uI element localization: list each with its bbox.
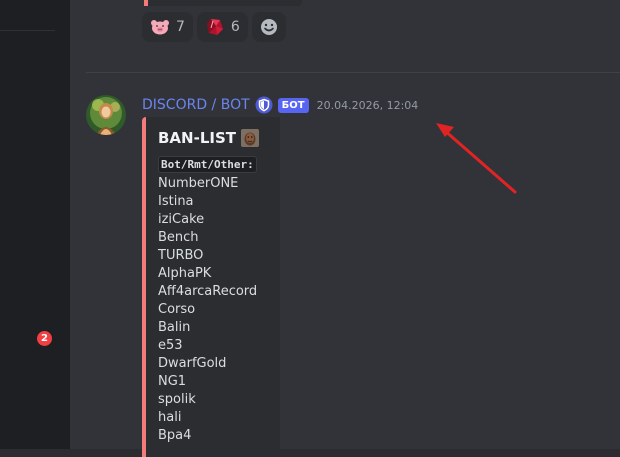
previous-embed-bottom	[144, 0, 302, 6]
sidebar-divider	[0, 30, 55, 31]
list-item: Corso	[158, 302, 196, 317]
message-header: DISCORD / BOT БОТ 20.04.2026, 12:04	[142, 96, 418, 114]
list-item: DwarfGold	[158, 356, 227, 371]
face-emoji-icon	[241, 129, 259, 147]
chat-area: 7 6 DISCORD / BOT БОТ 20.04.2026, 12:04 …	[70, 0, 620, 457]
list-item: iziCake	[158, 212, 205, 227]
author-name[interactable]: DISCORD / BOT	[142, 97, 250, 113]
list-item: AlphaPK	[158, 266, 212, 281]
reaction-count: 6	[230, 19, 240, 35]
add-reaction-button[interactable]	[251, 12, 286, 42]
embed-title: BAN-LIST	[158, 129, 280, 147]
list-item: Balin	[158, 320, 191, 335]
add-reaction-smile-icon	[260, 19, 277, 35]
list-item: e53	[158, 338, 183, 353]
avatar-image	[86, 95, 126, 135]
annotation-arrow-icon	[436, 123, 517, 194]
verified-shield-icon	[255, 96, 273, 114]
category-code-label: Bot/Rmt/Other:	[158, 156, 257, 173]
avatar[interactable]	[86, 95, 126, 135]
list-item: TURBO	[158, 248, 204, 263]
message-timestamp[interactable]: 20.04.2026, 12:04	[317, 99, 419, 112]
list-item: NumberONE	[158, 176, 239, 191]
embed-title-text: BAN-LIST	[158, 129, 236, 147]
list-item: Bench	[158, 230, 199, 245]
list-item: spolik	[158, 392, 196, 407]
pig-emoji-icon	[151, 20, 169, 35]
reaction-count: 7	[176, 19, 185, 35]
list-item: hali	[158, 410, 182, 425]
mention-count-badge[interactable]: 2	[37, 331, 52, 346]
list-item: NG1	[158, 374, 187, 389]
banned-names-list: NumberONE Istina iziCake Bench TURBO Alp…	[158, 175, 280, 445]
server-channel-sidebar: 2	[0, 0, 70, 449]
reaction-pig[interactable]: 7	[142, 12, 193, 42]
red-gem-emoji-icon	[206, 19, 223, 35]
list-item: Istina	[158, 194, 194, 209]
embed-card: BAN-LIST Bot/Rmt/Other: NumberONE Istina…	[142, 117, 280, 457]
list-item: Aff4arcaRecord	[158, 284, 258, 299]
list-item: Bpa4	[158, 428, 192, 443]
bot-tag: БОТ	[277, 97, 309, 113]
reactions-bar: 7 6	[142, 12, 286, 42]
message-separator	[86, 72, 620, 73]
reaction-gem[interactable]: 6	[196, 12, 248, 42]
